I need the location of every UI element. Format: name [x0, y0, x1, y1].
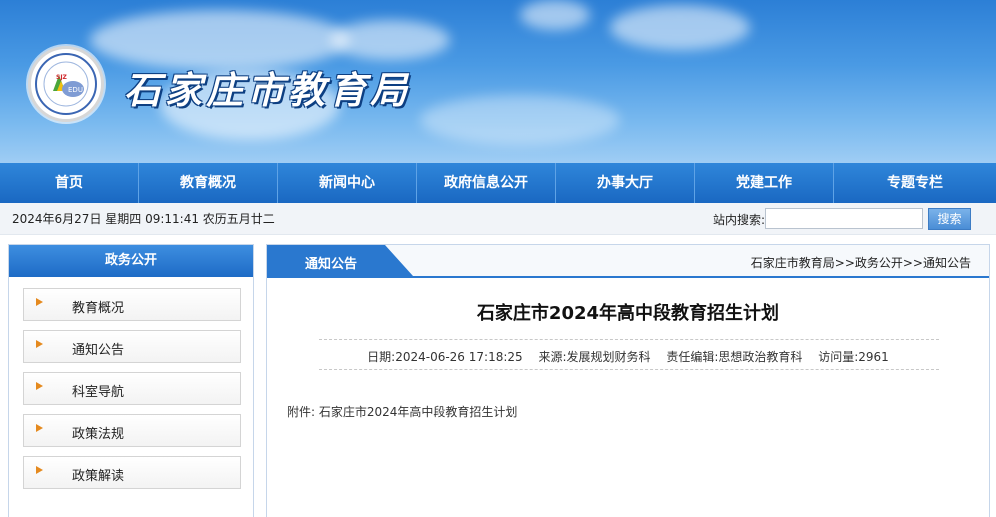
- tab-notices[interactable]: 通知公告: [267, 245, 413, 276]
- current-date-text: 2024年6月27日 星期四 09:11:41 农历五月廿二: [12, 212, 275, 226]
- search-label: 站内搜索:: [713, 213, 766, 227]
- banner-cloud: [330, 20, 450, 60]
- svg-text:EDU: EDU: [68, 86, 83, 94]
- site-banner: EDU SJZ 石家庄市教育局: [0, 0, 996, 163]
- nav-item-gov-info-disclosure[interactable]: 政府信息公开: [417, 163, 556, 203]
- date-search-bar: 2024年6月27日 星期四 09:11:41 农历五月廿二 站内搜索: 搜索: [0, 203, 996, 235]
- site-title: 石家庄市教育局: [124, 68, 411, 112]
- article-meta: 日期:2024-06-26 17:18:25 来源:发展规划财务科 责任编辑:思…: [267, 348, 989, 365]
- banner-cloud: [420, 95, 620, 145]
- site-search-input[interactable]: [765, 208, 923, 229]
- nav-item-education-overview[interactable]: 教育概况: [139, 163, 278, 203]
- sidebar-gov-affairs: 政务公开 教育概况 通知公告 科室导航 政策法规 政策解读: [8, 244, 254, 517]
- banner-cloud: [610, 5, 750, 50]
- nav-item-service-hall[interactable]: 办事大厅: [556, 163, 695, 203]
- arrow-right-icon: [36, 340, 43, 348]
- sidebar-title: 政务公开: [9, 245, 253, 277]
- article-title: 石家庄市2024年高中段教育招生计划: [476, 303, 780, 324]
- sidebar-item-label: 通知公告: [72, 343, 125, 358]
- main-content-panel: 通知公告 石家庄市教育局>>政务公开>>通知公告 石家庄市2024年高中段教育招…: [266, 244, 990, 517]
- tab-label: 通知公告: [305, 257, 358, 272]
- breadcrumb[interactable]: 石家庄市教育局>>政务公开>>通知公告: [751, 254, 971, 271]
- sidebar-item-label: 科室导航: [72, 385, 125, 400]
- main-panel-header: 通知公告 石家庄市教育局>>政务公开>>通知公告: [267, 245, 989, 278]
- sidebar-item-policies[interactable]: 政策法规: [23, 414, 241, 447]
- search-button[interactable]: 搜索: [928, 208, 971, 230]
- article-editor: 责任编辑:思想政治教育科: [666, 350, 803, 364]
- attachment-label: 附件:: [287, 405, 316, 419]
- sidebar-item-policy-interpretation[interactable]: 政策解读: [23, 456, 241, 489]
- divider: [319, 339, 939, 340]
- article-date: 日期:2024-06-26 17:18:25: [367, 350, 523, 364]
- sjz-education-logo-icon[interactable]: EDU SJZ: [28, 46, 104, 122]
- sidebar-item-education-overview[interactable]: 教育概况: [23, 288, 241, 321]
- arrow-right-icon: [36, 298, 43, 306]
- banner-cloud: [520, 0, 590, 30]
- divider: [319, 369, 939, 370]
- arrow-right-icon: [36, 424, 43, 432]
- sidebar-item-label: 教育概况: [72, 301, 125, 316]
- sidebar-item-department-nav[interactable]: 科室导航: [23, 372, 241, 405]
- sidebar-item-notices[interactable]: 通知公告: [23, 330, 241, 363]
- attachment-line: 附件: 石家庄市2024年高中段教育招生计划: [287, 403, 517, 420]
- nav-item-special-topics[interactable]: 专题专栏: [834, 163, 996, 203]
- article-views: 访问量:2961: [818, 350, 889, 364]
- main-nav: 首页 教育概况 新闻中心 政府信息公开 办事大厅 党建工作 专题专栏: [0, 163, 996, 203]
- svg-text:SJZ: SJZ: [56, 74, 68, 81]
- attachment-link[interactable]: 石家庄市2024年高中段教育招生计划: [319, 405, 518, 419]
- arrow-right-icon: [36, 382, 43, 390]
- sidebar-item-label: 政策法规: [72, 427, 125, 442]
- sidebar-item-label: 政策解读: [72, 469, 125, 484]
- nav-item-news-center[interactable]: 新闻中心: [278, 163, 417, 203]
- arrow-right-icon: [36, 466, 43, 474]
- nav-item-home[interactable]: 首页: [0, 163, 139, 203]
- article-source: 来源:发展规划财务科: [538, 350, 651, 364]
- nav-item-party-work[interactable]: 党建工作: [695, 163, 834, 203]
